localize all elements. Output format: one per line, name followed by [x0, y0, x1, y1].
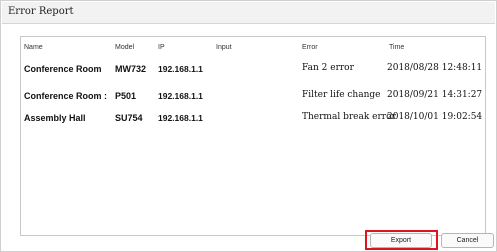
- dialog-title: Error Report: [8, 6, 74, 17]
- export-button[interactable]: Export: [370, 233, 432, 248]
- cell-name: Conference Room: [24, 64, 102, 74]
- cell-error: Filter life change: [302, 90, 381, 100]
- error-report-dialog: Error Report Name Model IP Input Error T…: [0, 0, 497, 252]
- cell-ip: 192.168.1.1: [158, 64, 203, 74]
- cell-ip: 192.168.1.1: [158, 113, 203, 123]
- column-header-model[interactable]: Model: [115, 44, 134, 51]
- cell-model: MW732: [115, 64, 147, 74]
- title-bar: Error Report: [2, 2, 495, 24]
- column-header-error[interactable]: Error: [302, 44, 318, 51]
- cell-model: P501: [115, 91, 137, 101]
- cell-error: Fan 2 error: [302, 63, 354, 73]
- cell-name: Assembly Hall: [24, 113, 86, 123]
- cell-time: 2018/09/21 14:31:27: [387, 90, 483, 100]
- cell-name: Conference Room :: [24, 91, 108, 101]
- cancel-button[interactable]: Cancel: [441, 233, 494, 248]
- cell-time: 2018/10/01 19:02:54: [387, 112, 483, 122]
- column-header-name[interactable]: Name: [24, 44, 43, 51]
- column-header-time[interactable]: Time: [389, 44, 404, 51]
- column-header-input[interactable]: Input: [216, 44, 232, 51]
- cell-time: 2018/08/28 12:48:11: [387, 63, 483, 73]
- cell-model: SU754: [115, 113, 143, 123]
- cell-ip: 192.168.1.1: [158, 91, 203, 101]
- column-header-ip[interactable]: IP: [158, 44, 165, 51]
- cell-error: Thermal break error: [302, 112, 396, 122]
